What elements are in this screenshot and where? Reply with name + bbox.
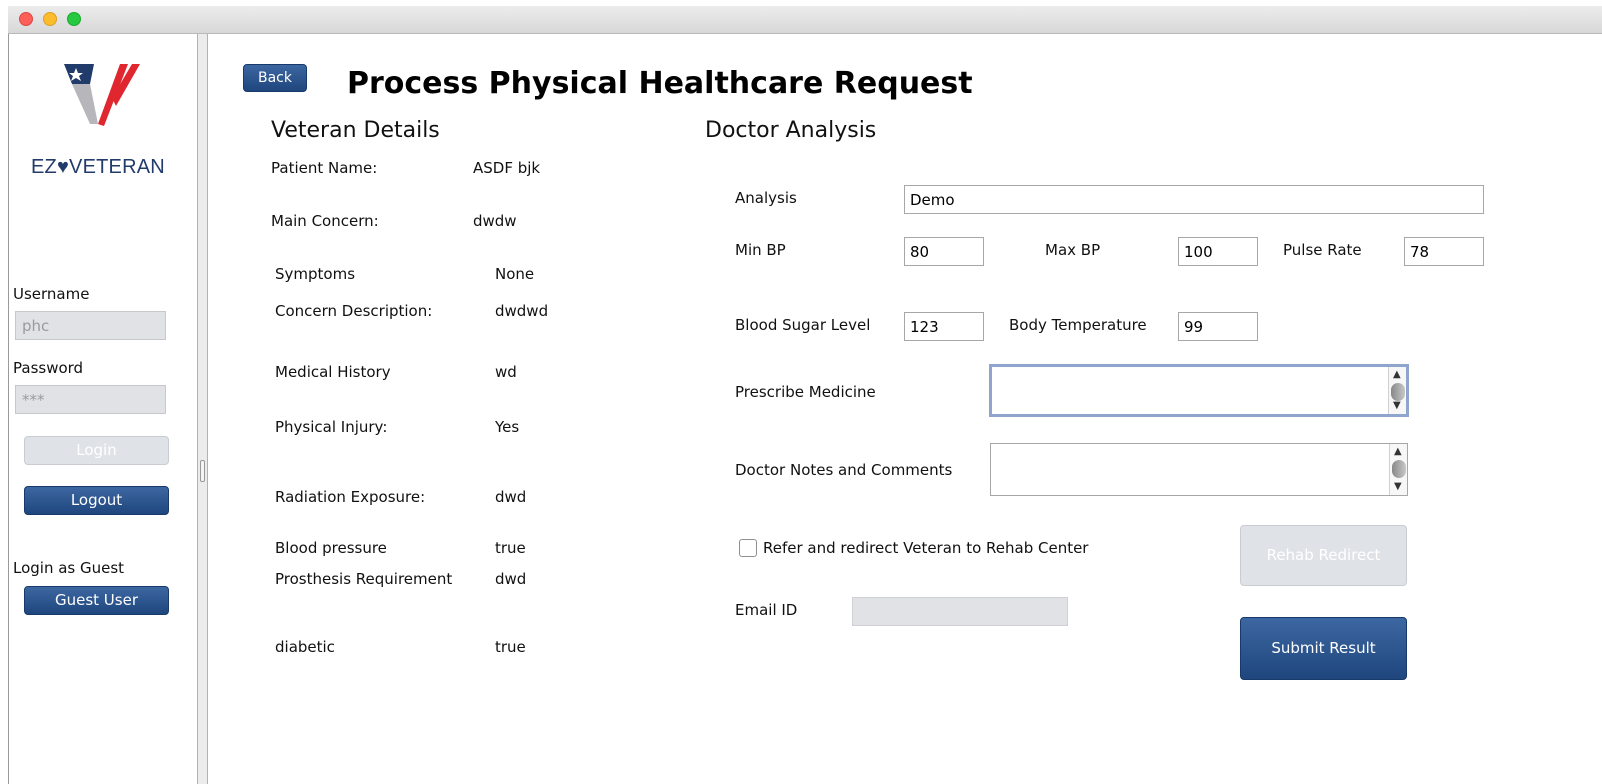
scroll-down-icon[interactable]: ▼ <box>1393 401 1401 411</box>
patient-name-value: ASDF bjk <box>473 159 541 177</box>
prosthesis-requirement-label: Prosthesis Requirement <box>275 570 453 588</box>
window-titlebar <box>8 6 1602 34</box>
back-button[interactable]: Back <box>243 64 307 92</box>
password-input[interactable]: *** <box>15 385 166 414</box>
physical-injury-value: Yes <box>495 418 520 436</box>
brand-name: EZ♥VETERAN <box>31 156 165 178</box>
concern-description-value: dwdwd <box>495 302 549 320</box>
veteran-details-heading: Veteran Details <box>271 118 440 143</box>
email-id-label: Email ID <box>735 601 798 619</box>
email-id-input[interactable] <box>852 597 1068 626</box>
prosthesis-requirement-value: dwd <box>495 570 527 588</box>
pulse-rate-label: Pulse Rate <box>1283 241 1362 259</box>
refer-rehab-checkbox[interactable] <box>739 539 757 557</box>
prescribe-medicine-label: Prescribe Medicine <box>735 383 876 401</box>
minimize-window-button[interactable] <box>43 12 57 26</box>
min-bp-label: Min BP <box>735 241 786 259</box>
guest-heading: Login as Guest <box>13 559 125 577</box>
max-bp-input[interactable]: 100 <box>1178 237 1258 266</box>
medical-history-label: Medical History <box>275 363 391 381</box>
min-bp-input[interactable]: 80 <box>904 237 984 266</box>
blood-pressure-label: Blood pressure <box>275 539 387 557</box>
doctor-notes-textarea[interactable]: ▲ ▼ <box>990 443 1408 496</box>
submit-result-button[interactable]: Submit Result <box>1240 617 1407 680</box>
concern-description-label: Concern Description: <box>275 302 433 320</box>
split-pane-divider[interactable] <box>197 34 208 784</box>
refer-rehab-label: Refer and redirect Veteran to Rehab Cent… <box>763 539 1089 557</box>
blood-sugar-input[interactable]: 123 <box>904 312 984 341</box>
blood-sugar-label: Blood Sugar Level <box>735 316 871 334</box>
doctor-notes-label: Doctor Notes and Comments <box>735 461 953 479</box>
login-button[interactable]: Login <box>24 436 169 465</box>
doctor-analysis-heading: Doctor Analysis <box>705 118 877 143</box>
prescribe-medicine-textarea[interactable]: ▲ ▼ <box>989 364 1409 417</box>
patient-name-label: Patient Name: <box>271 159 378 177</box>
medical-history-value: wd <box>495 363 517 381</box>
password-label: Password <box>13 359 84 377</box>
symptoms-label: Symptoms <box>275 265 356 283</box>
diabetic-value: true <box>495 638 526 656</box>
analysis-label: Analysis <box>735 189 797 207</box>
app-window: EZ♥VETERAN Username phc Password *** Log… <box>0 0 1602 784</box>
pulse-rate-input[interactable]: 78 <box>1404 237 1484 266</box>
scroll-thumb[interactable] <box>1391 383 1405 401</box>
symptoms-value: None <box>495 265 535 283</box>
scroll-up-icon[interactable]: ▲ <box>1393 370 1401 380</box>
username-label: Username <box>13 285 90 303</box>
max-bp-label: Max BP <box>1045 241 1101 259</box>
scroll-down-icon[interactable]: ▼ <box>1394 482 1402 492</box>
radiation-exposure-label: Radiation Exposure: <box>275 488 426 506</box>
divider-grip-icon[interactable] <box>200 460 205 482</box>
scroll-up-icon[interactable]: ▲ <box>1394 447 1402 457</box>
analysis-input[interactable]: Demo <box>904 185 1484 214</box>
logout-button[interactable]: Logout <box>24 486 169 515</box>
page-title: Process Physical Healthcare Request <box>347 66 973 101</box>
body-temperature-label: Body Temperature <box>1009 316 1147 334</box>
main-concern-value: dwdw <box>473 212 517 230</box>
physical-injury-label: Physical Injury: <box>275 418 388 436</box>
zoom-window-button[interactable] <box>67 12 81 26</box>
body-temperature-input[interactable]: 99 <box>1178 312 1258 341</box>
main-concern-label: Main Concern: <box>271 212 379 230</box>
username-input[interactable]: phc <box>15 311 166 340</box>
scroll-thumb[interactable] <box>1392 460 1406 478</box>
ezveteran-logo <box>64 64 140 126</box>
rehab-redirect-button[interactable]: Rehab Redirect <box>1240 525 1407 586</box>
medicine-scrollbar[interactable]: ▲ ▼ <box>1388 367 1406 414</box>
blood-pressure-value: true <box>495 539 526 557</box>
diabetic-label: diabetic <box>275 638 335 656</box>
radiation-exposure-value: dwd <box>495 488 527 506</box>
notes-scrollbar[interactable]: ▲ ▼ <box>1389 444 1407 495</box>
guest-user-button[interactable]: Guest User <box>24 586 169 615</box>
close-window-button[interactable] <box>19 12 33 26</box>
